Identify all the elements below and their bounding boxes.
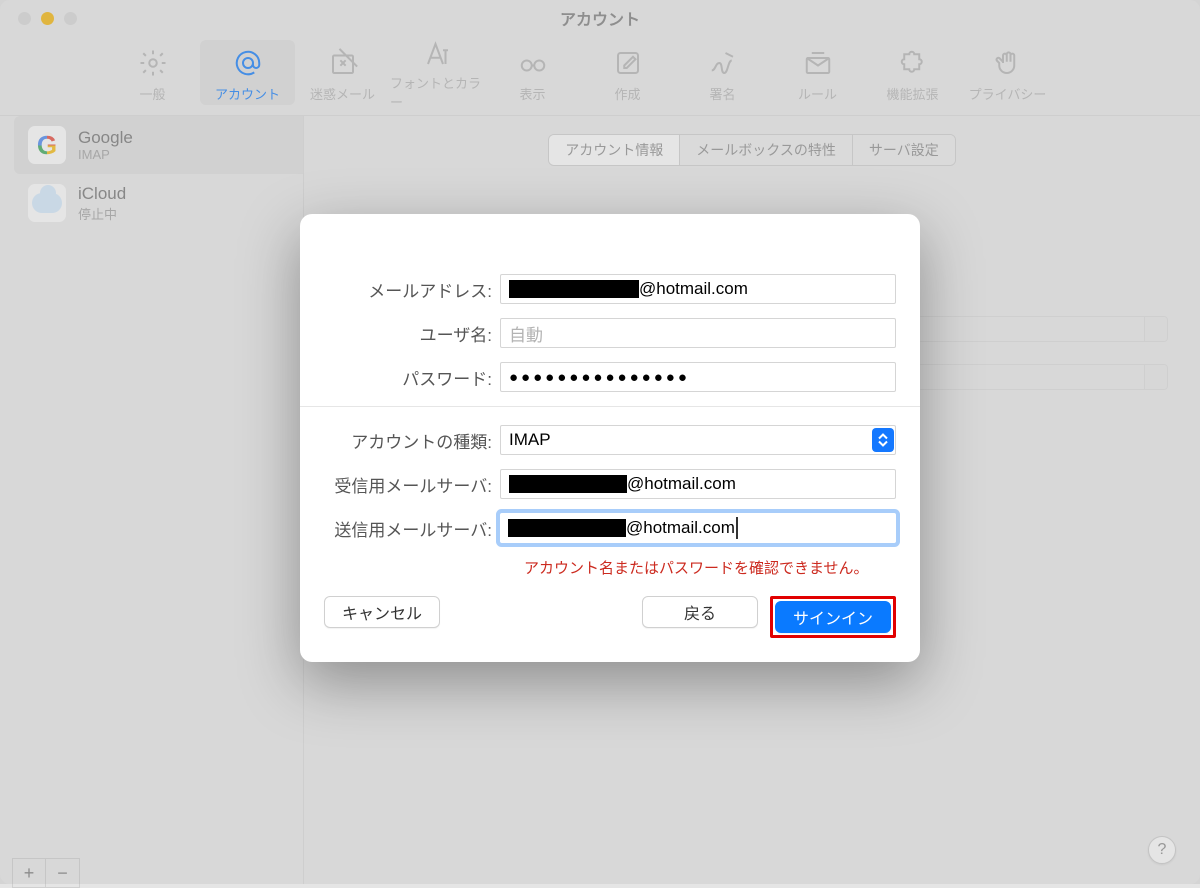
row-password: パスワード ●●●●●●●●●●●●●●● bbox=[324, 362, 896, 392]
redacted-text bbox=[508, 519, 626, 537]
row-incoming: 受信用メールサーバ @hotmail.com bbox=[324, 469, 896, 499]
label-account-type: アカウントの種類 bbox=[324, 428, 500, 453]
account-type-value: IMAP bbox=[509, 430, 551, 450]
divider bbox=[300, 406, 920, 407]
email-suffix: @hotmail.com bbox=[639, 279, 748, 299]
redacted-text bbox=[509, 475, 627, 493]
label-password: パスワード bbox=[324, 365, 500, 390]
signin-button[interactable]: サインイン bbox=[775, 601, 891, 633]
annotation-highlight: サインイン bbox=[770, 596, 896, 638]
incoming-suffix: @hotmail.com bbox=[627, 474, 736, 494]
text-cursor bbox=[736, 517, 738, 539]
outgoing-server-field[interactable]: @hotmail.com bbox=[500, 513, 896, 543]
label-outgoing: 送信用メールサーバ bbox=[324, 516, 500, 541]
outgoing-suffix: @hotmail.com bbox=[626, 518, 735, 538]
error-message: アカウント名またはパスワードを確認できません。 bbox=[524, 557, 896, 578]
dialog-buttons: キャンセル 戻る サインイン bbox=[300, 596, 920, 638]
password-mask: ●●●●●●●●●●●●●●● bbox=[509, 369, 690, 386]
label-email: メールアドレス bbox=[324, 277, 500, 302]
redacted-text bbox=[509, 280, 639, 298]
email-field[interactable]: @hotmail.com bbox=[500, 274, 896, 304]
label-incoming: 受信用メールサーバ bbox=[324, 472, 500, 497]
account-type-select[interactable]: IMAP bbox=[500, 425, 896, 455]
back-button[interactable]: 戻る bbox=[642, 596, 758, 628]
select-stepper-icon bbox=[872, 428, 894, 452]
row-account-type: アカウントの種類 IMAP bbox=[324, 425, 896, 455]
cancel-button[interactable]: キャンセル bbox=[324, 596, 440, 628]
username-field[interactable]: 自動 bbox=[500, 318, 896, 348]
password-field[interactable]: ●●●●●●●●●●●●●●● bbox=[500, 362, 896, 392]
row-email: メールアドレス @hotmail.com bbox=[324, 274, 896, 304]
incoming-server-field[interactable]: @hotmail.com bbox=[500, 469, 896, 499]
row-username: ユーザ名 自動 bbox=[324, 318, 896, 348]
signin-dialog: メールアドレス @hotmail.com ユーザ名 自動 パスワード ●●●●●… bbox=[300, 214, 920, 662]
label-username: ユーザ名 bbox=[324, 321, 500, 346]
row-outgoing: 送信用メールサーバ @hotmail.com bbox=[324, 513, 896, 543]
